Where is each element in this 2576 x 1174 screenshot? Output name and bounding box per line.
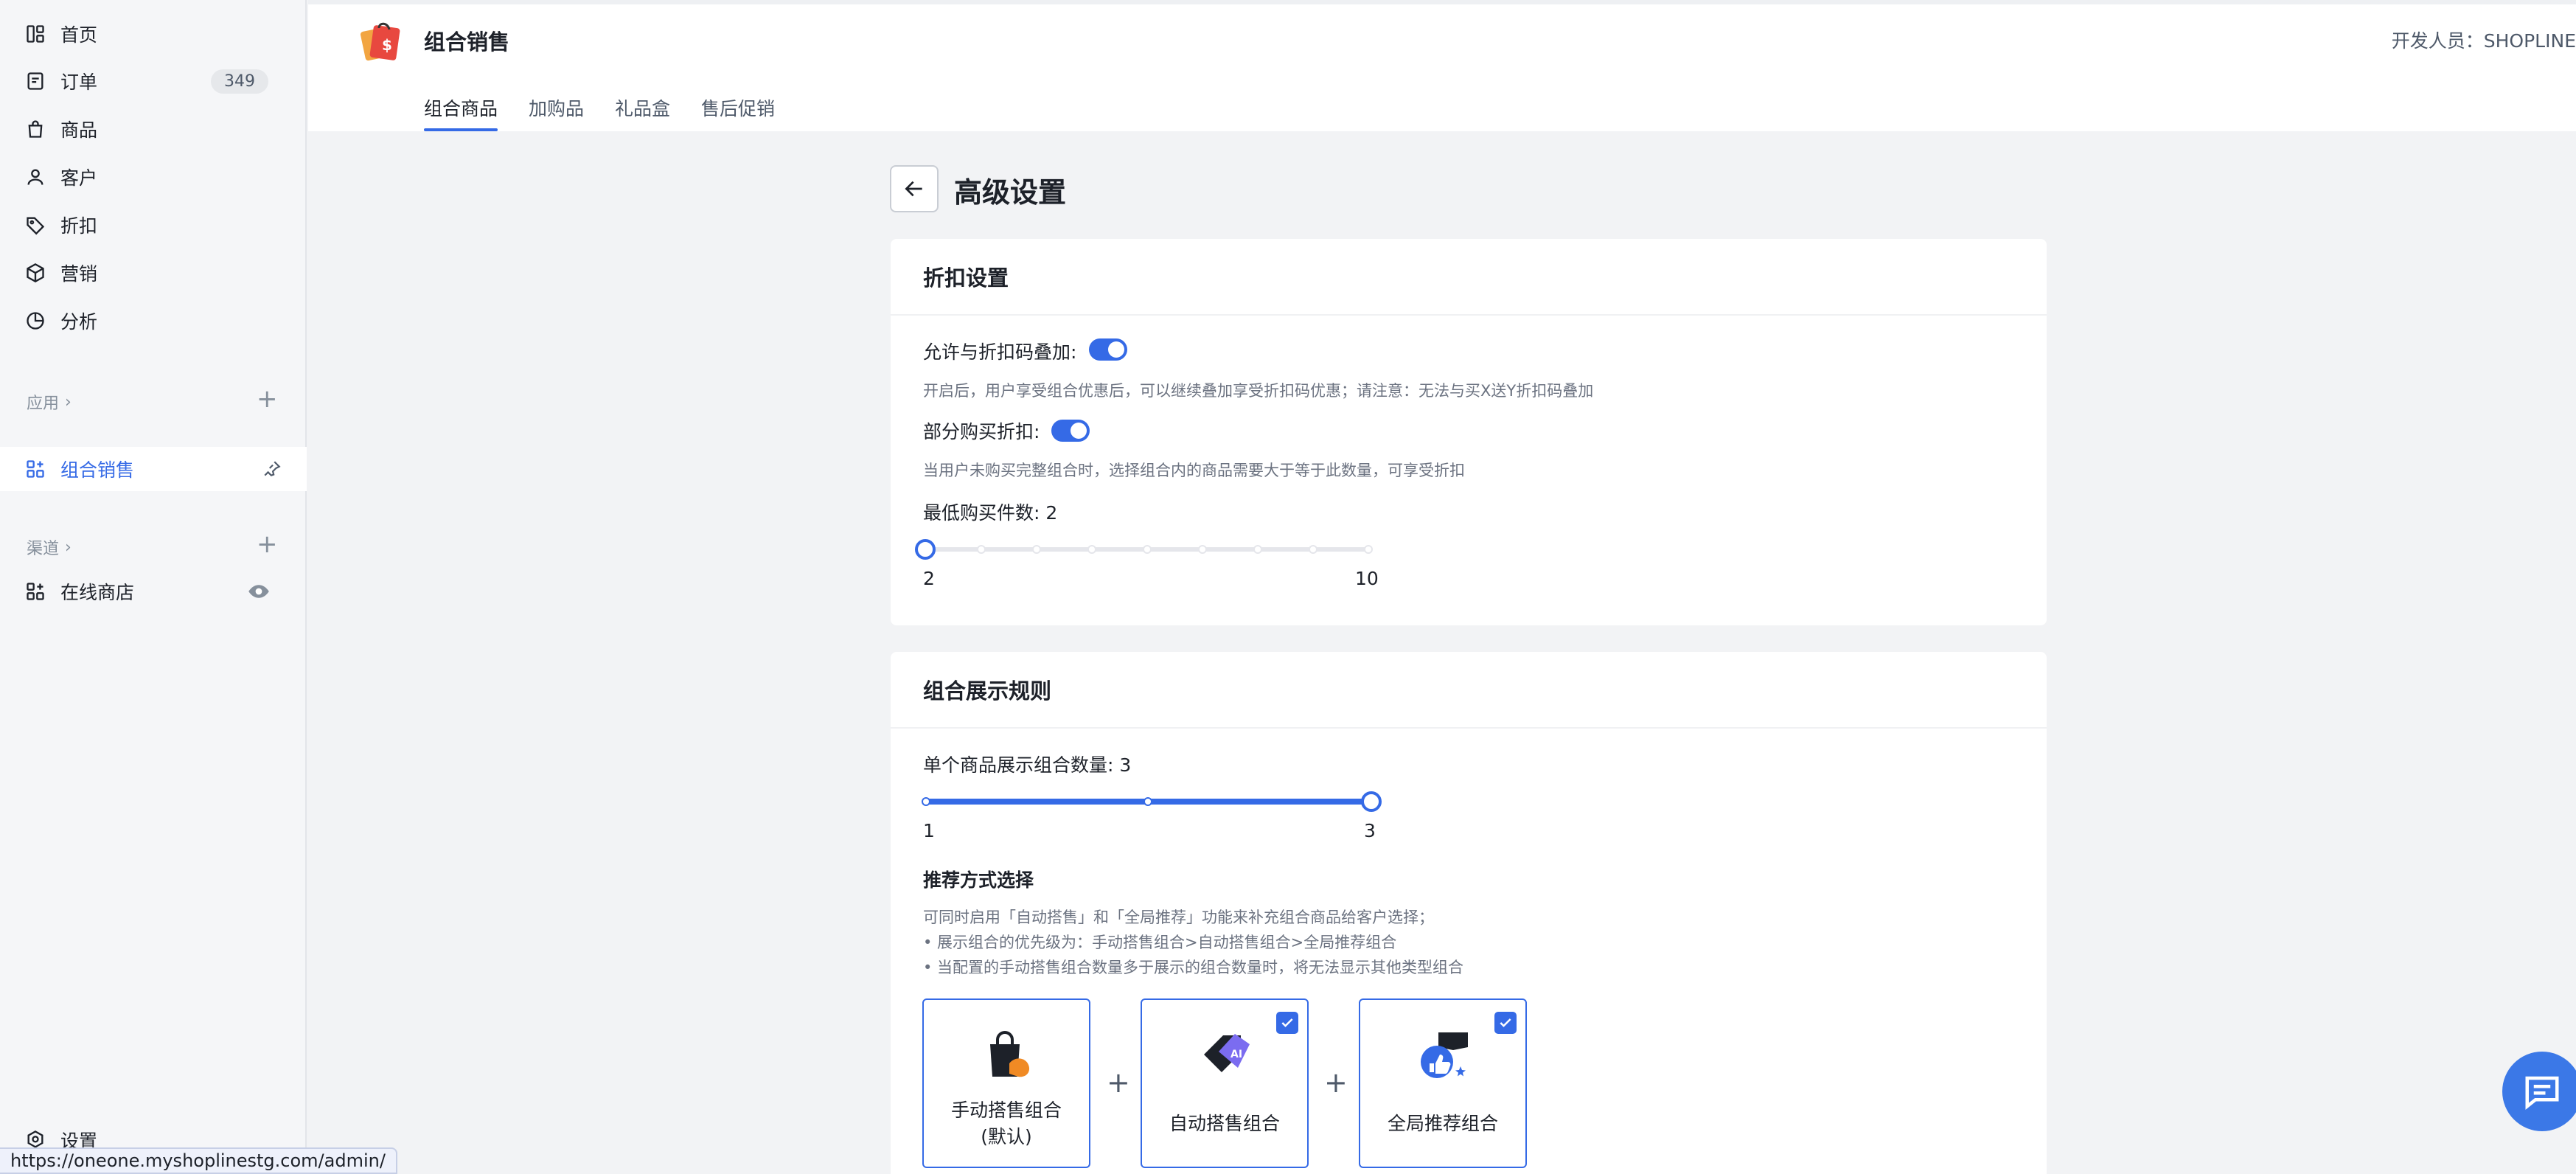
chat-button[interactable]: [2502, 1052, 2576, 1131]
page-title: 高级设置: [954, 176, 1067, 209]
cube-icon: [25, 263, 46, 283]
tab-bundle-products[interactable]: 组合商品: [424, 94, 498, 131]
sidebar-item-label: 分析: [60, 311, 98, 333]
arrow-left-icon: [905, 181, 922, 197]
slider-max-value: 3: [1364, 820, 1376, 841]
option-label: 自动搭售组合: [1169, 1113, 1280, 1134]
sidebar-item-discounts[interactable]: 折扣: [12, 203, 295, 247]
add-channel-icon[interactable]: +: [257, 532, 278, 557]
tag-icon: [25, 215, 46, 235]
global-recommend-option[interactable]: 全局推荐组合: [1359, 998, 1527, 1168]
stack-discount-label: 允许与折扣码叠加:: [923, 341, 1077, 363]
pin-icon[interactable]: [262, 459, 282, 479]
sidebar-item-orders[interactable]: 订单 349: [12, 59, 295, 103]
sidebar: 首页 订单 349 商品 客户 折扣 营销 分析 应用 › + 组合销售 渠道 …: [0, 0, 307, 1174]
plus-sign: +: [1324, 1066, 1348, 1099]
ai-tag-icon: AI: [1204, 1034, 1250, 1072]
app-title: 组合销售: [424, 29, 510, 55]
dashboard-icon: [25, 24, 46, 44]
combo-count-label: 单个商品展示组合数量: 3: [923, 754, 1132, 776]
thumbs-up-icon: [1421, 1032, 1468, 1078]
sidebar-item-label: 商品: [60, 119, 98, 141]
pie-icon: [25, 310, 46, 331]
svg-text:AI: AI: [1230, 1049, 1242, 1060]
apps-group-label[interactable]: 应用 ›: [27, 390, 72, 414]
shopping-bag-icon: [990, 1031, 1030, 1077]
bag-icon: [25, 119, 46, 139]
slider-thumb[interactable]: [1361, 791, 1382, 812]
sidebar-item-label: 组合销售: [60, 459, 135, 481]
recommend-hint-1: 可同时启用「自动搭售」和「全局推荐」功能来补充组合商品给客户选择；: [923, 909, 1434, 926]
slider-min-value: 1: [923, 820, 935, 841]
sidebar-item-products[interactable]: 商品: [12, 107, 295, 151]
partial-discount-label: 部分购买折扣:: [923, 421, 1040, 442]
sidebar-item-label: 折扣: [60, 215, 98, 237]
sidebar-item-label: 营销: [60, 263, 98, 285]
tab-add-on[interactable]: 加购品: [529, 94, 584, 131]
chevron-right-icon: ›: [65, 392, 72, 411]
sidebar-item-home[interactable]: 首页: [12, 12, 295, 56]
developer-info: 开发人员：SHOPLINE: [2391, 30, 2576, 52]
sidebar-item-label: 在线商店: [60, 582, 135, 603]
app-header: $ 组合销售 开发人员：SHOPLINE 组合商品 加购品 礼品盒 售后促销: [308, 0, 2576, 131]
store-icon: [25, 581, 46, 602]
sidebar-item-marketing[interactable]: 营销: [12, 251, 295, 295]
recommend-hint-2: • 展示组合的优先级为：手动搭售组合>自动搭售组合>全局推荐组合: [923, 934, 1397, 951]
partial-discount-hint: 当用户未购买完整组合时，选择组合内的商品需要大于等于此数量，可享受折扣: [923, 462, 1465, 479]
option-label: 手动搭售组合: [950, 1100, 1062, 1121]
stack-discount-hint: 开启后，用户享受组合优惠后，可以继续叠加享受折扣码优惠；请注意：无法与买X送Y折…: [923, 382, 1594, 400]
channels-group-label[interactable]: 渠道 ›: [27, 535, 72, 559]
plus-sign: +: [1107, 1066, 1130, 1099]
status-url: https://oneone.myshoplinestg.com/admin/: [0, 1147, 397, 1174]
manual-bundle-option[interactable]: 手动搭售组合 (默认): [922, 998, 1090, 1168]
tab-gift-box[interactable]: 礼品盒: [615, 94, 670, 131]
sidebar-item-bundle-sales[interactable]: 组合销售: [0, 447, 307, 491]
card-title: 折扣设置: [891, 239, 2047, 316]
add-app-icon[interactable]: +: [257, 386, 278, 411]
stack-discount-toggle[interactable]: [1089, 338, 1127, 361]
tab-post-purchase[interactable]: 售后促销: [701, 94, 775, 131]
checkbox-checked-icon[interactable]: [1276, 1012, 1298, 1034]
recommend-hint-3: • 当配置的手动搭售组合数量多于展示的组合数量时，将无法显示其他类型组合: [923, 959, 1464, 976]
user-icon: [25, 167, 46, 187]
sidebar-item-label: 订单: [60, 72, 98, 93]
recommend-method-title: 推荐方式选择: [923, 869, 1034, 891]
sidebar-item-label: 客户: [60, 167, 98, 189]
chat-icon: [2525, 1076, 2559, 1110]
option-label: 全局推荐组合: [1387, 1113, 1498, 1134]
card-title: 组合展示规则: [891, 652, 2047, 729]
auto-bundle-option[interactable]: AI 自动搭售组合: [1141, 998, 1309, 1168]
order-icon: [25, 71, 46, 91]
order-count-badge: 349: [211, 69, 268, 94]
sidebar-item-analytics[interactable]: 分析: [12, 299, 295, 343]
eye-icon[interactable]: [248, 580, 270, 602]
top-strip: [308, 0, 2576, 4]
option-sub-label: (默认): [981, 1126, 1032, 1147]
slider-max-value: 10: [1355, 568, 1379, 589]
apps-icon: [25, 459, 46, 479]
app-tabs: 组合商品 加购品 礼品盒 售后促销: [424, 94, 806, 131]
checkbox-checked-icon[interactable]: [1494, 1012, 1517, 1034]
slider-min-value: 2: [923, 568, 935, 589]
back-button[interactable]: [890, 165, 939, 212]
min-quantity-label: 最低购买件数: 2: [923, 502, 1058, 524]
svg-text:$: $: [382, 36, 392, 54]
shopping-bag-logo-icon: $: [360, 22, 400, 61]
partial-discount-toggle[interactable]: [1051, 420, 1090, 442]
slider-thumb[interactable]: [915, 539, 936, 560]
sidebar-item-customers[interactable]: 客户: [12, 155, 295, 199]
chevron-right-icon: ›: [65, 538, 72, 557]
sidebar-item-online-store[interactable]: 在线商店: [12, 569, 295, 614]
sidebar-item-label: 首页: [60, 24, 98, 46]
